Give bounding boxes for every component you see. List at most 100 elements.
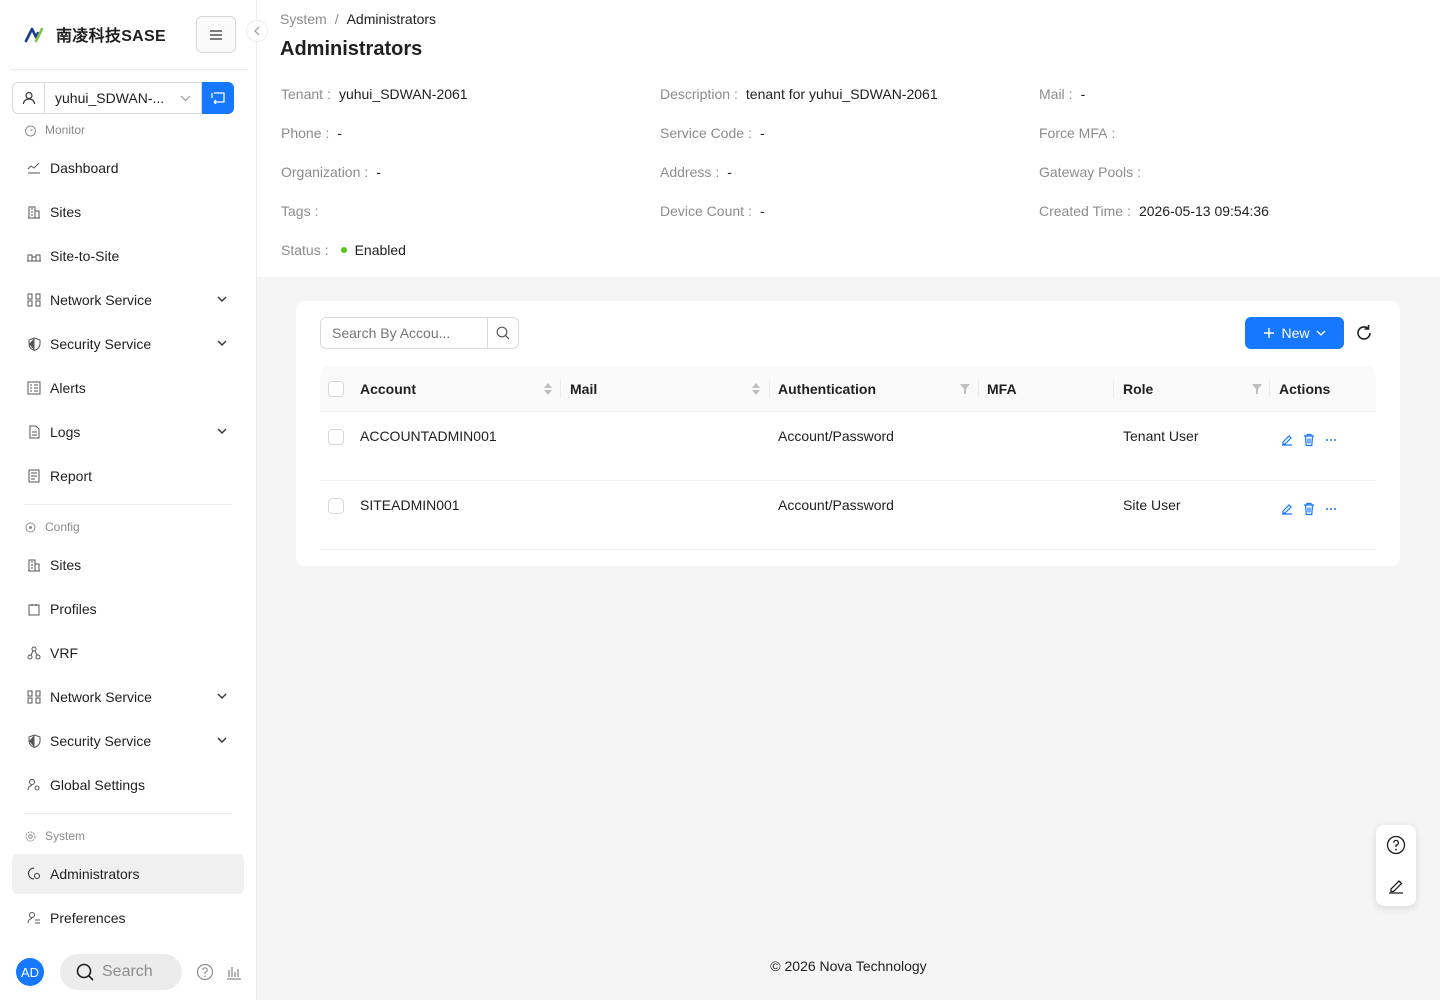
- desc-value: -: [759, 125, 765, 141]
- sidebar-item-config-network-service[interactable]: Network Service: [12, 677, 244, 717]
- divider: [10, 69, 248, 70]
- desc-mail: Mail: -: [1039, 86, 1085, 102]
- sidebar-item-label: Administrators: [50, 866, 140, 882]
- sidebar-item-label: Global Settings: [50, 777, 145, 793]
- sidebar-item-site-to-site[interactable]: Site-to-Site: [12, 236, 244, 276]
- collapse-sidebar-button[interactable]: [246, 20, 268, 42]
- global-search-button[interactable]: Search: [60, 954, 182, 990]
- desc-colon: :: [325, 125, 330, 141]
- sidebar-item-label: Sites: [50, 204, 82, 220]
- sidebar-item-dashboard[interactable]: Dashboard: [12, 148, 244, 188]
- sidebar-item-logs[interactable]: Logs: [12, 412, 244, 452]
- desc-label: Force MFA: [1039, 125, 1108, 141]
- table-header: Account Mail Authentication MFA Role Act…: [320, 366, 1376, 412]
- table-row[interactable]: ACCOUNTADMIN001 Account/Password Tenant …: [320, 412, 1376, 481]
- column-mfa[interactable]: MFA: [987, 366, 1017, 412]
- shield-icon: [26, 733, 42, 749]
- column-mail[interactable]: Mail: [570, 366, 597, 412]
- tenant-dropdown[interactable]: yuhui_SDWAN-...: [44, 82, 202, 114]
- sidebar-item-administrators[interactable]: Administrators: [12, 854, 244, 894]
- desc-description: Description: tenant for yuhui_SDWAN-2061: [660, 86, 938, 102]
- desc-label: Description: [660, 86, 731, 102]
- desc-created-time: Created Time: 2026-05-13 09:54:36: [1039, 203, 1269, 219]
- edit-icon[interactable]: [1280, 433, 1294, 447]
- desc-value: 2026-05-13 09:54:36: [1138, 203, 1269, 219]
- building-icon: [26, 557, 42, 573]
- filter-icon[interactable]: [959, 383, 971, 395]
- help-icon[interactable]: [196, 963, 214, 981]
- row-actions: [1280, 502, 1338, 516]
- more-icon[interactable]: [1324, 502, 1338, 516]
- column-role[interactable]: Role: [1123, 366, 1153, 412]
- bar-chart-icon[interactable]: [226, 964, 242, 980]
- sidebar-item-alerts[interactable]: Alerts: [12, 368, 244, 408]
- sidebar-item-label: Sites: [50, 557, 82, 573]
- administrators-card: New Account Mail Authentication MFA Role…: [296, 301, 1400, 566]
- sidebar-item-network-service[interactable]: Network Service: [12, 280, 244, 320]
- table-row[interactable]: SITEADMIN001 Account/Password Site User: [320, 481, 1376, 550]
- delete-icon[interactable]: [1302, 433, 1316, 447]
- checkbox[interactable]: [328, 498, 344, 514]
- breadcrumb: System / Administrators: [280, 11, 436, 27]
- sidebar-item-profiles[interactable]: Profiles: [12, 589, 244, 629]
- app-logo[interactable]: 南凌科技SASE: [24, 22, 166, 46]
- tenant-selector[interactable]: yuhui_SDWAN-...: [12, 82, 234, 114]
- desc-label: Phone: [281, 125, 322, 141]
- sidebar-item-security-service[interactable]: Security Service: [12, 324, 244, 364]
- sort-icon[interactable]: [751, 382, 761, 396]
- sidebar-item-sites[interactable]: Sites: [12, 192, 244, 232]
- dashboard-icon: [26, 160, 42, 176]
- row-checkbox[interactable]: [328, 498, 344, 514]
- desc-colon: :: [715, 164, 720, 180]
- desc-organization: Organization: -: [281, 164, 381, 180]
- row-actions: [1280, 433, 1338, 447]
- cell-authentication: Account/Password: [778, 497, 894, 513]
- chevron-down-icon: [217, 737, 227, 743]
- edit-icon: [1389, 880, 1403, 894]
- sidebar-item-label: Alerts: [50, 380, 86, 396]
- sidebar-item-report[interactable]: Report: [12, 456, 244, 496]
- search-button[interactable]: [488, 317, 519, 349]
- desc-address: Address: -: [660, 164, 732, 180]
- sidebar-item-vrf[interactable]: VRF: [12, 633, 244, 673]
- column-authentication[interactable]: Authentication: [778, 366, 876, 412]
- breadcrumb-system[interactable]: System: [280, 11, 327, 27]
- switch-tenant-button[interactable]: [202, 82, 234, 114]
- sidebar-item-global-settings[interactable]: Global Settings: [12, 765, 244, 805]
- checkbox[interactable]: [328, 381, 344, 397]
- sort-icon[interactable]: [543, 382, 553, 396]
- row-checkbox[interactable]: [328, 429, 344, 445]
- help-button[interactable]: [1376, 825, 1416, 865]
- desc-label: Tenant: [281, 86, 324, 102]
- column-separator: [978, 380, 979, 398]
- select-all-checkbox[interactable]: [328, 366, 344, 412]
- search-input[interactable]: [320, 317, 488, 349]
- filter-icon[interactable]: [1251, 383, 1263, 395]
- feedback-button[interactable]: [1376, 866, 1416, 906]
- column-account[interactable]: Account: [360, 366, 416, 412]
- new-button[interactable]: New: [1245, 317, 1344, 349]
- desc-gateway-pools: Gateway Pools:: [1039, 164, 1141, 180]
- desc-colon: :: [1127, 203, 1131, 219]
- user-settings-icon: [26, 777, 42, 793]
- column-separator: [1269, 380, 1270, 398]
- column-label: Mail: [570, 381, 598, 397]
- footer: © 2026 Nova Technology: [770, 958, 927, 974]
- cell-account: ACCOUNTADMIN001: [360, 428, 497, 444]
- avatar[interactable]: AD: [16, 958, 44, 986]
- refresh-icon[interactable]: [1354, 323, 1374, 343]
- desc-value: -: [337, 125, 343, 141]
- sidebar-item-preferences[interactable]: Preferences: [12, 898, 244, 938]
- more-icon[interactable]: [1324, 433, 1338, 447]
- column-separator: [1113, 380, 1114, 398]
- chevron-down-icon: [217, 340, 227, 346]
- menu-toggle-button[interactable]: [196, 16, 236, 53]
- sidebar-item-label: Preferences: [50, 910, 126, 926]
- help-icon: [1386, 835, 1406, 855]
- desc-colon: :: [1111, 125, 1116, 141]
- delete-icon[interactable]: [1302, 502, 1316, 516]
- checkbox[interactable]: [328, 429, 344, 445]
- sidebar-item-config-security-service[interactable]: Security Service: [12, 721, 244, 761]
- sidebar-item-config-sites[interactable]: Sites: [12, 545, 244, 585]
- edit-icon[interactable]: [1280, 502, 1294, 516]
